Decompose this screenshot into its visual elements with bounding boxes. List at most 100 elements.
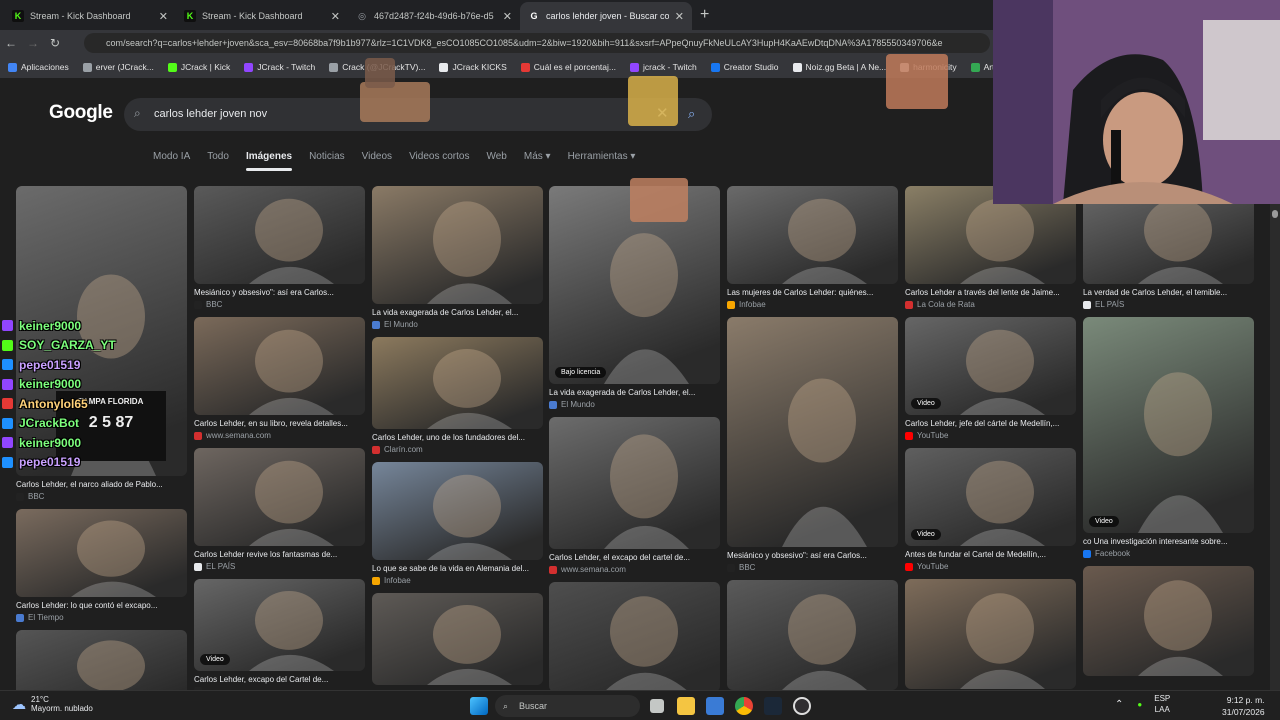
result-thumbnail[interactable] [549,582,720,690]
url-field[interactable]: com/search?q=carlos+lehder+joven&sca_esv… [84,33,990,53]
chrome-icon[interactable] [735,697,753,715]
result-source[interactable]: www.semana.com [549,565,720,574]
result-thumbnail[interactable] [16,630,187,690]
result-caption[interactable]: Carlos Lehder, el narco aliado de Pablo.… [16,480,187,489]
result-caption[interactable]: Antes de fundar el Cartel de Medellín,..… [905,550,1076,559]
bookmark-item[interactable]: Cuál es el porcentaj... [520,62,616,72]
image-result[interactable]: Lo que se sabe de la vida en Alemania de… [372,462,543,585]
start-icon[interactable] [470,697,488,715]
obs-icon[interactable] [793,697,811,715]
taskbar-search[interactable]: ⌕ Buscar [495,695,640,717]
result-caption[interactable]: Carlos Lehder, jefe del cártel de Medell… [905,419,1076,428]
search-input[interactable]: carlos lehder joven nov [154,108,267,120]
new-tab-icon[interactable]: + [700,6,709,24]
result-source[interactable]: www.semana.com [194,431,365,440]
forward-icon[interactable]: → [22,36,44,50]
close-tab-icon[interactable]: ✕ [159,10,168,23]
result-thumbnail[interactable] [727,186,898,284]
back-icon[interactable]: ← [0,36,22,50]
bookmark-item[interactable]: erver (JCrack... [82,62,154,72]
result-source[interactable]: Facebook [1083,549,1254,558]
result-source[interactable]: EL PAÍS [194,562,365,571]
result-caption[interactable]: Carlos Lehder revive los fantasmas de... [194,550,365,559]
browser-tab[interactable]: Gcarlos lehder joven - Buscar con ✕ [520,2,692,30]
result-source[interactable]: El Mundo [372,320,543,329]
search-nav-tab[interactable]: Imágenes [245,151,293,171]
result-thumbnail[interactable] [372,337,543,429]
bookmark-item[interactable]: JCrack | Kick [167,62,230,72]
result-thumbnail[interactable] [905,579,1076,689]
scrollbar[interactable] [1270,204,1280,690]
result-source[interactable]: Infobae [372,576,543,585]
image-result[interactable]: Carlos Lehder, el excapo del cartel de..… [549,417,720,574]
bookmark-item[interactable]: JCrack KICKS [439,62,507,72]
result-caption[interactable]: La verdad de Carlos Lehder, el temible..… [1083,288,1254,297]
search-nav-tab[interactable]: Modo IA [153,151,190,162]
mail-icon[interactable] [706,697,724,715]
result-thumbnail[interactable]: Video [905,317,1076,415]
image-result[interactable]: Las mujeres de Carlos Lehder: quiénes...… [727,186,898,309]
search-nav-tab[interactable]: Todo [207,151,229,162]
image-result[interactable]: Carlos Lehder: lo que contó el excapo...… [16,509,187,622]
weather-widget[interactable]: ☁ 21°C Mayorm. nublado [12,695,93,713]
result-source[interactable]: Infobae [727,300,898,309]
close-tab-icon[interactable]: ✕ [331,10,340,23]
close-tab-icon[interactable]: ✕ [675,10,684,23]
result-source[interactable]: YouTube [905,562,1076,571]
search-nav-tab[interactable]: Noticias [309,151,345,162]
result-thumbnail[interactable] [1083,566,1254,676]
chevron-up-icon[interactable]: ⌃ [1115,699,1123,710]
result-source[interactable]: BBC [16,492,187,501]
result-source[interactable]: BBC [727,563,898,572]
mic-icon[interactable]: ● [1137,700,1142,709]
bookmark-item[interactable]: Articu [970,62,995,72]
result-thumbnail[interactable] [194,186,365,284]
search-nav-tab[interactable]: Más ▾ [524,151,551,162]
search-nav-tab[interactable]: Videos cortos [409,151,469,162]
image-result[interactable]: Carlos Lehder revive los fantasmas de...… [194,448,365,571]
bookmark-item[interactable]: Aplicaciones [8,62,69,72]
result-source[interactable]: La Cola de Rata [905,300,1076,309]
result-thumbnail[interactable] [727,580,898,690]
image-result[interactable] [16,630,187,690]
browser-tab[interactable]: ◎ 467d2487-f24b-49d6-b76e-d5 ✕ [348,2,520,30]
result-caption[interactable]: Lo que se sabe de la vida en Alemania de… [372,564,543,573]
result-caption[interactable]: Carlos Lehder: lo que contó el excapo... [16,601,187,610]
bookmark-item[interactable]: Noiz.gg Beta | A Ne... [792,62,886,72]
result-thumbnail[interactable] [372,593,543,685]
image-result[interactable]: Mesiánico y obsesivo": así era Carlos...… [194,186,365,309]
image-result[interactable]: Video Carlos Lehder, excapo del Cartel de… [194,579,365,690]
search-nav-tab[interactable]: Videos [362,151,392,162]
result-caption[interactable]: Las mujeres de Carlos Lehder: quiénes... [727,288,898,297]
steam-icon[interactable] [764,697,782,715]
image-result[interactable]: Carlos Lehder, uno de los fundadores del… [372,337,543,454]
result-source[interactable]: YouTube [905,431,1076,440]
image-result[interactable] [905,579,1076,689]
image-result[interactable]: Mesiánico y obsesivo": así era Carlos...… [727,317,898,572]
result-thumbnail[interactable]: Video [194,579,365,671]
result-source[interactable]: El Tiempo [16,613,187,622]
browser-tab[interactable]: K Stream - Kick Dashboard ✕ [176,2,348,30]
bookmark-item[interactable]: Creator Studio [710,62,779,72]
result-thumbnail[interactable] [194,448,365,546]
task-view-icon[interactable] [650,699,664,713]
result-caption[interactable]: Mesiánico y obsesivo": así era Carlos... [727,551,898,560]
image-result[interactable]: Video Antes de fundar el Cartel de Medell… [905,448,1076,571]
result-caption[interactable]: La vida exagerada de Carlos Lehder, el..… [549,388,720,397]
result-source[interactable]: Clarín.com [372,445,543,454]
bookmark-item[interactable]: JCrack - Twitch [244,62,315,72]
result-caption[interactable]: Carlos Lehder, excapo del Cartel de... [194,675,365,684]
image-result[interactable] [727,580,898,690]
clock[interactable]: 9:12 p. m. 31/07/2026 [1222,694,1265,718]
image-result[interactable]: La verdad de Carlos Lehder, el temible..… [1083,186,1254,309]
bookmark-item[interactable]: jcrack - Twitch [630,62,697,72]
file-explorer-icon[interactable] [677,697,695,715]
image-result[interactable] [549,582,720,690]
result-thumbnail[interactable] [372,462,543,560]
browser-tab[interactable]: K Stream - Kick Dashboard ✕ [4,2,176,30]
image-result[interactable]: Carlos Lehder a través del lente de Jaim… [905,186,1076,309]
search-submit-icon[interactable]: ⌕ [688,106,695,122]
result-caption[interactable]: Carlos Lehder, en su libro, revela detal… [194,419,365,428]
result-thumbnail[interactable] [372,186,543,304]
result-caption[interactable]: co Una investigación interesante sobre..… [1083,537,1254,546]
